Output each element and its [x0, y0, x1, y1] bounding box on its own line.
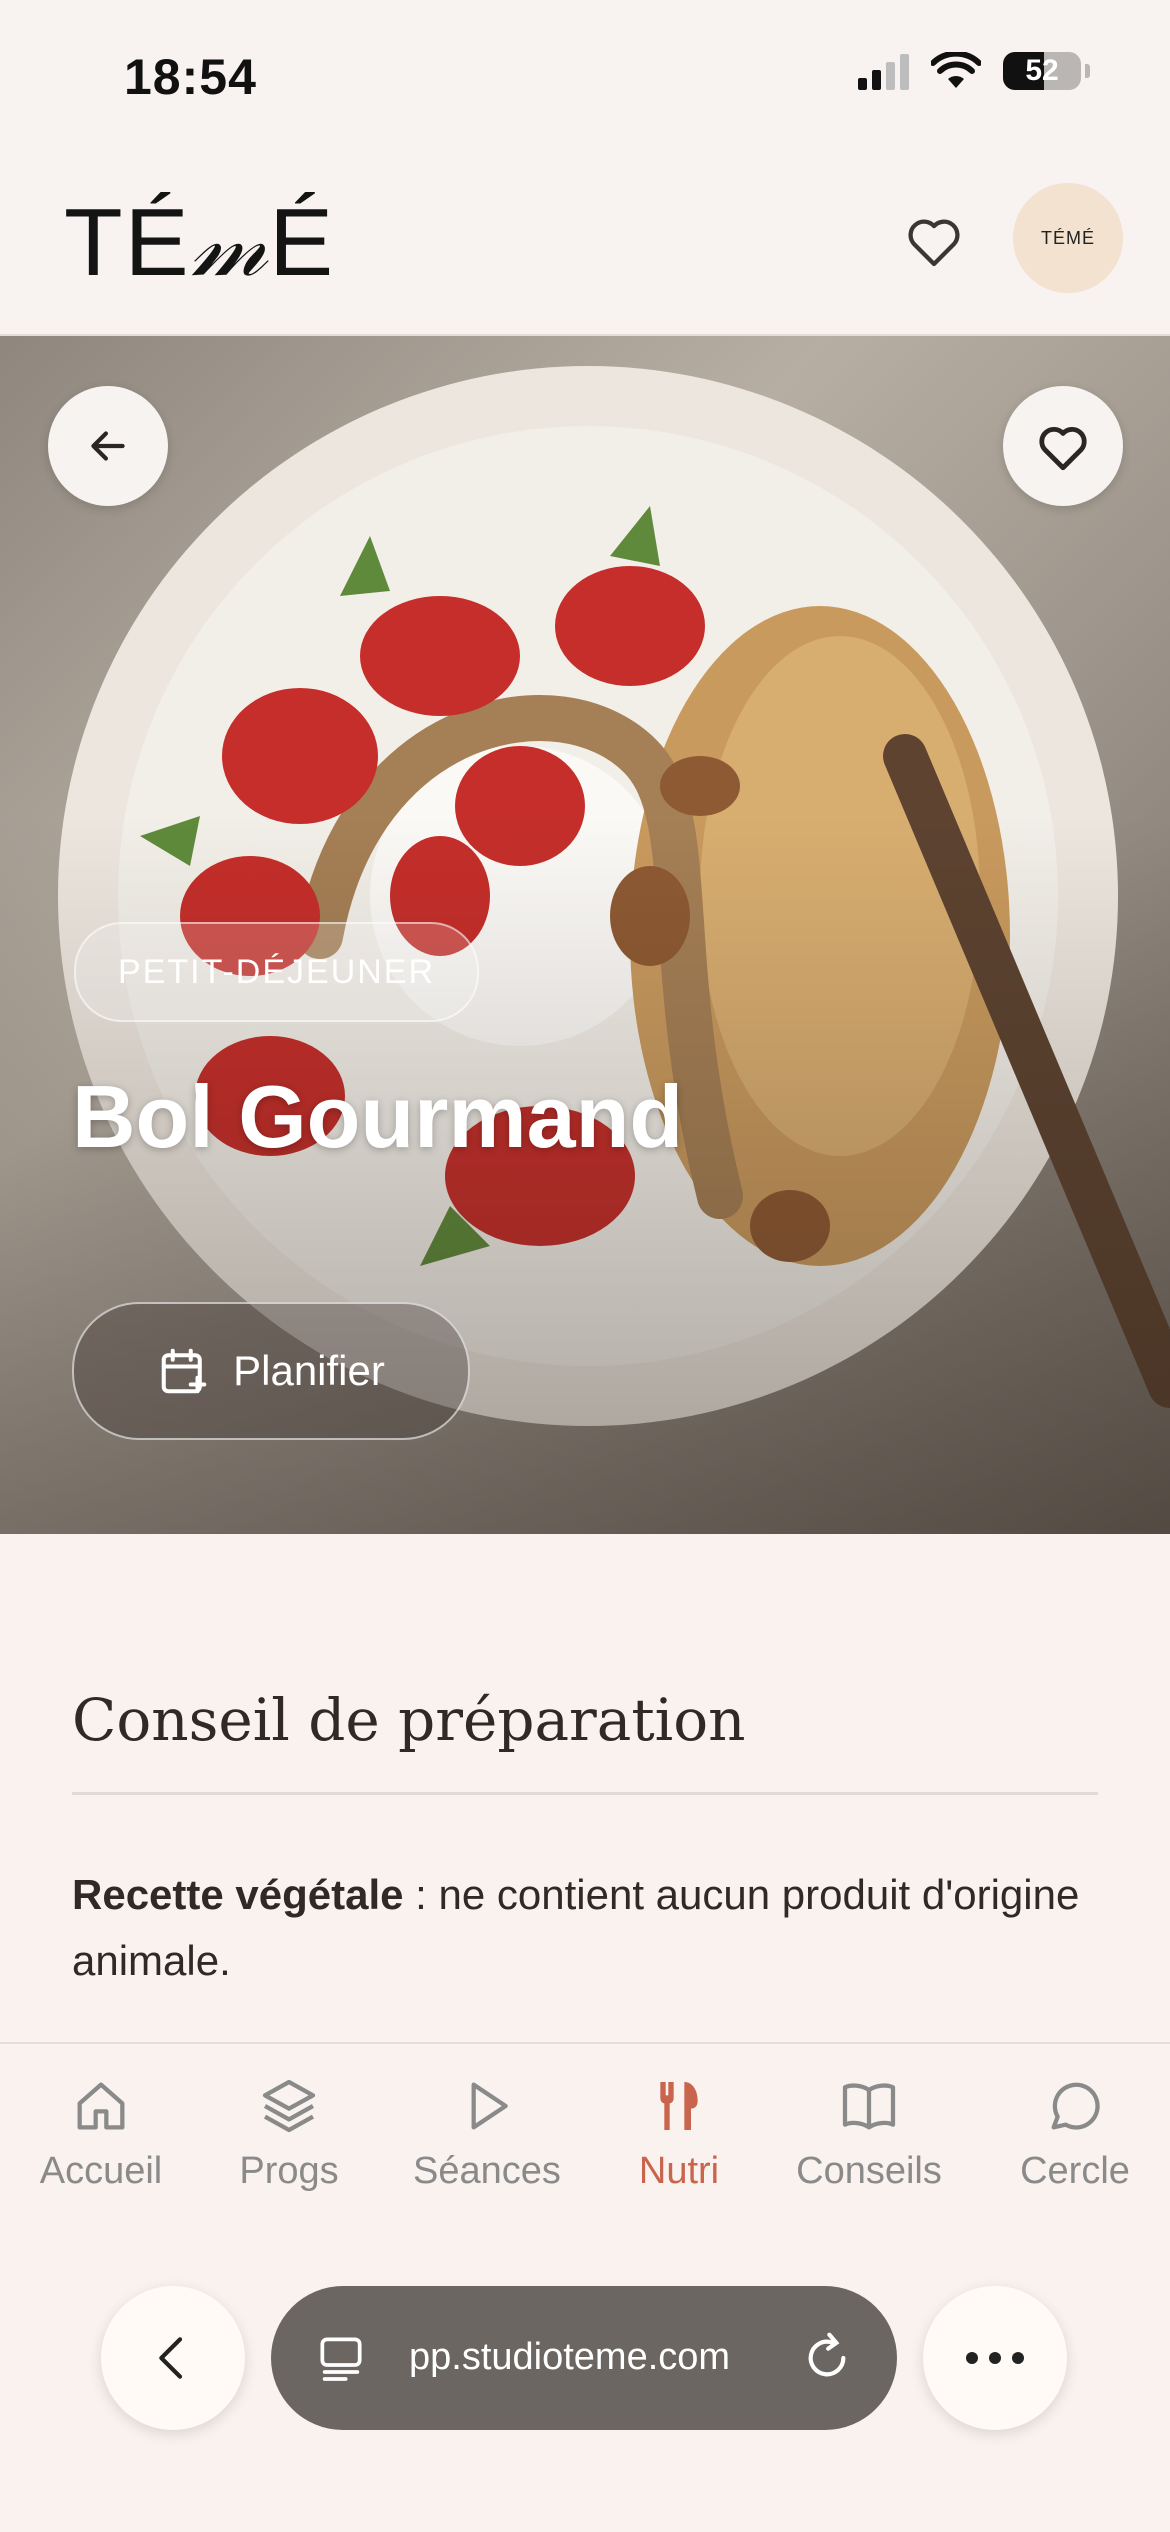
address-bar[interactable]: pp.studioteme.com [271, 2286, 897, 2430]
layers-icon [262, 2079, 316, 2133]
divider [72, 1792, 1098, 1795]
nav-item-nutri[interactable]: Nutri [584, 2074, 774, 2193]
plan-button[interactable]: Planifier [72, 1302, 470, 1440]
bottom-nav: Accueil Progs Séances Nutri Conseils Cer… [0, 2042, 1170, 2244]
favorite-button[interactable] [1003, 386, 1123, 506]
logo-mid: 𝓂 [190, 192, 270, 297]
url-text: pp.studioteme.com [409, 2336, 731, 2378]
app-header: TÉ𝓂É TÉMÉ [0, 150, 1170, 336]
section-title: Conseil de préparation [72, 1686, 746, 1754]
status-bar: 18:54 52 [0, 0, 1170, 150]
utensils-icon [660, 2082, 698, 2130]
status-icons: 52 [858, 52, 1090, 90]
arrow-left-icon [91, 431, 125, 461]
brand-logo[interactable]: TÉ𝓂É [64, 188, 335, 298]
nav-item-progs[interactable]: Progs [194, 2074, 384, 2193]
nav-label-seances: Séances [413, 2150, 561, 2192]
recipe-title: Bol Gourmand [72, 1067, 684, 1166]
chat-bubble-icon [1051, 2082, 1100, 2130]
avatar[interactable]: TÉMÉ [1013, 183, 1123, 293]
heart-icon[interactable] [902, 208, 966, 272]
book-icon [842, 2083, 896, 2130]
tabs-icon[interactable] [313, 2330, 369, 2386]
plan-label: Planifier [233, 1347, 385, 1394]
battery-tip [1085, 64, 1090, 78]
wifi-icon [931, 52, 981, 88]
preparation-tip: Recette végétale : ne contient aucun pro… [72, 1862, 1102, 1994]
recipe-hero: PETIT-DÉJEUNER Bol Gourmand Planifier [0, 336, 1170, 1534]
nav-item-seances[interactable]: Séances [392, 2074, 582, 2193]
logo-left: TÉ [64, 189, 191, 296]
chevron-left-icon [159, 2337, 183, 2379]
signal-icon [858, 52, 909, 90]
category-badge: PETIT-DÉJEUNER [74, 922, 480, 1022]
browser-back-button[interactable] [101, 2286, 245, 2430]
nav-label-accueil: Accueil [39, 2150, 163, 2192]
battery-icon: 52 [1003, 52, 1081, 90]
nav-item-cercle[interactable]: Cercle [980, 2074, 1170, 2193]
battery-percent: 52 [1025, 54, 1059, 87]
nav-label-conseils: Conseils [796, 2150, 942, 2192]
nav-label-progs: Progs [239, 2150, 339, 2192]
nav-item-accueil[interactable]: Accueil [6, 2074, 196, 2193]
browser-more-button[interactable] [923, 2286, 1067, 2430]
back-button[interactable] [48, 386, 168, 506]
nav-item-conseils[interactable]: Conseils [774, 2074, 964, 2193]
more-icon [966, 2352, 1024, 2364]
nav-label-nutri: Nutri [638, 2150, 720, 2192]
tip-bold: Recette végétale [72, 1871, 404, 1918]
status-time: 18:54 [124, 49, 257, 105]
avatar-text: TÉMÉ [1040, 227, 1095, 248]
reload-icon[interactable] [799, 2330, 855, 2386]
browser-toolbar: pp.studioteme.com [0, 2242, 1170, 2532]
heart-icon [1039, 426, 1087, 471]
calendar-plus-icon [161, 1348, 207, 1394]
home-icon [77, 2082, 125, 2130]
nav-label-cercle: Cercle [1020, 2150, 1130, 2192]
logo-right: É [269, 189, 336, 296]
play-icon [471, 2082, 508, 2130]
